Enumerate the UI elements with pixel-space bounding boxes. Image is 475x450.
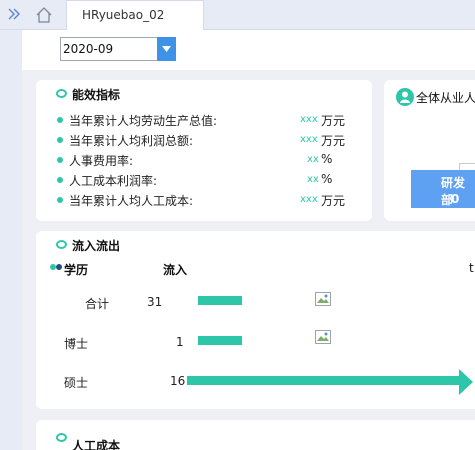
flow-bar — [187, 376, 459, 385]
bullet-icon — [57, 197, 63, 203]
flow-in-value: 31 — [147, 295, 163, 309]
kpi-unit: 万元 — [321, 114, 346, 128]
flow-row-label: 硕士 — [64, 376, 89, 390]
col-partial-header: t — [469, 261, 474, 275]
flow-title: 流入流出 — [72, 239, 121, 253]
bar-arrowhead-icon — [459, 369, 473, 395]
kpi-label: 当年累计人均利润总额: — [69, 134, 194, 148]
ring-icon — [56, 89, 67, 98]
kpi-value: xx — [307, 174, 319, 185]
kpi-unit: % — [321, 172, 333, 186]
dropdown-button[interactable] — [157, 37, 176, 61]
staff-title: 全体从业人 — [416, 91, 475, 105]
flow-bar — [198, 296, 242, 305]
kpi-row: 当年累计人均劳动生产总值: xxx 万元 — [57, 110, 377, 130]
kpi-row: 当年累计人均利润总额: xxx 万元 — [57, 130, 377, 150]
bullet-icon — [57, 157, 63, 163]
avatar-icon — [396, 88, 414, 106]
col-edu-header: 学历 — [64, 263, 89, 277]
tab-hryuebao[interactable]: HRyuebao_02 — [66, 0, 204, 31]
kpi-unit: 万元 — [321, 194, 346, 208]
kpi-value: xxx — [300, 134, 318, 145]
top-tab-bar: HRyuebao_02 — [0, 0, 475, 31]
kpi-value: xxx — [300, 194, 318, 205]
period-select[interactable]: 2020-09 — [60, 37, 176, 61]
flow-in-value: 1 — [176, 335, 184, 349]
kpi-value: xxx — [300, 114, 318, 125]
kpi-label: 人事费用率: — [69, 154, 134, 168]
ring-icon — [56, 433, 67, 442]
col-in-header: 流入 — [163, 263, 188, 277]
bullet-icon — [57, 177, 63, 183]
broken-image-icon — [315, 330, 331, 344]
flow-in-value: 16 — [170, 374, 186, 388]
broken-image-icon — [315, 292, 331, 306]
kpi-label: 当年累计人均人工成本: — [69, 194, 194, 208]
flow-bar — [198, 336, 242, 345]
bullet-icon — [57, 117, 63, 123]
bullet-icon — [57, 137, 63, 143]
flow-row-label: 合计 — [85, 297, 110, 311]
kpi-unit: % — [321, 152, 333, 166]
legend-icon — [50, 264, 62, 270]
tab-label: HRyuebao_02 — [82, 8, 165, 22]
kpi-label: 当年累计人均劳动生产总值: — [69, 114, 218, 128]
kpi-unit: 万元 — [321, 134, 346, 148]
ring-icon — [56, 240, 67, 249]
kpi-row: 当年累计人均人工成本: xxx 万元 — [57, 190, 377, 210]
dept-count: 0 人 — [451, 192, 464, 222]
kpi-value: xx — [307, 154, 319, 165]
dept-box[interactable]: 研发部 0 人 — [411, 170, 475, 222]
double-chevron-right-icon[interactable] — [6, 5, 22, 23]
filter-row: 2020-09 — [22, 30, 475, 70]
efficiency-title: 能效指标 — [72, 88, 121, 102]
kpi-row: 人工成本利润率: xx % — [57, 170, 377, 190]
period-value: 2020-09 — [63, 42, 114, 56]
kpi-row: 人事费用率: xx % — [57, 150, 377, 170]
labor-cost-title: 人工成本 — [72, 439, 121, 450]
kpi-label: 人工成本利润率: — [69, 174, 158, 188]
left-strip — [0, 30, 22, 450]
dropdown-arrow-icon — [162, 46, 171, 52]
home-icon[interactable] — [34, 5, 54, 25]
flow-row-label: 博士 — [64, 337, 89, 351]
